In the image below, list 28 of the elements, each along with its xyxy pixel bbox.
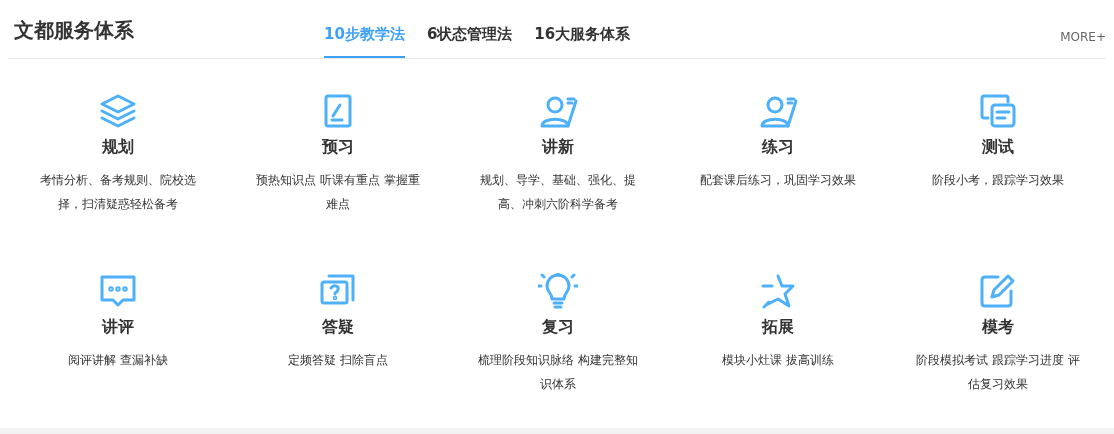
layers-icon	[98, 93, 138, 129]
tab[interactable]: 6状态管理法	[426, 25, 513, 58]
step-title: 规划	[102, 137, 134, 158]
step-title: 讲新	[542, 137, 574, 158]
step-description: 阶段模拟考试 跟踪学习进度 评估复习效果	[915, 352, 1081, 393]
step-description: 阶段小考，跟踪学习效果	[931, 172, 1065, 189]
step-description: 配套课后练习，巩固学习效果	[699, 172, 857, 189]
step-description: 阅评讲解 查漏补缺	[67, 352, 169, 369]
chat-icon	[98, 273, 138, 309]
step-title: 答疑	[322, 317, 354, 338]
step-description: 定频答疑 扫除盲点	[287, 352, 389, 369]
step-title: 拓展	[762, 317, 794, 338]
screen-icon	[978, 93, 1018, 129]
step-title: 模考	[982, 317, 1014, 338]
more-link[interactable]: MORE+	[1060, 30, 1106, 58]
step-title: 测试	[982, 137, 1014, 158]
step-title: 复习	[542, 317, 574, 338]
step-description: 梳理阶段知识脉络 构建完整知识体系	[477, 352, 639, 393]
step-title: 预习	[322, 137, 354, 158]
step-title: 练习	[762, 137, 794, 158]
section-title: 文都服务体系	[13, 17, 135, 44]
step-description: 考情分析、备考规则、院校选择，扫清疑惑轻松备考	[39, 172, 197, 213]
lightbulb-icon	[538, 273, 578, 309]
tab[interactable]: 16大服务体系	[534, 25, 631, 58]
step-description: 规划、导学、基础、强化、提高、冲刺六阶科学备考	[479, 172, 637, 213]
step-description: 模块小灶课 拔高训练	[721, 352, 835, 369]
step-title: 讲评	[102, 317, 134, 338]
step-description: 预热知识点 听课有重点 掌握重难点	[255, 172, 421, 213]
